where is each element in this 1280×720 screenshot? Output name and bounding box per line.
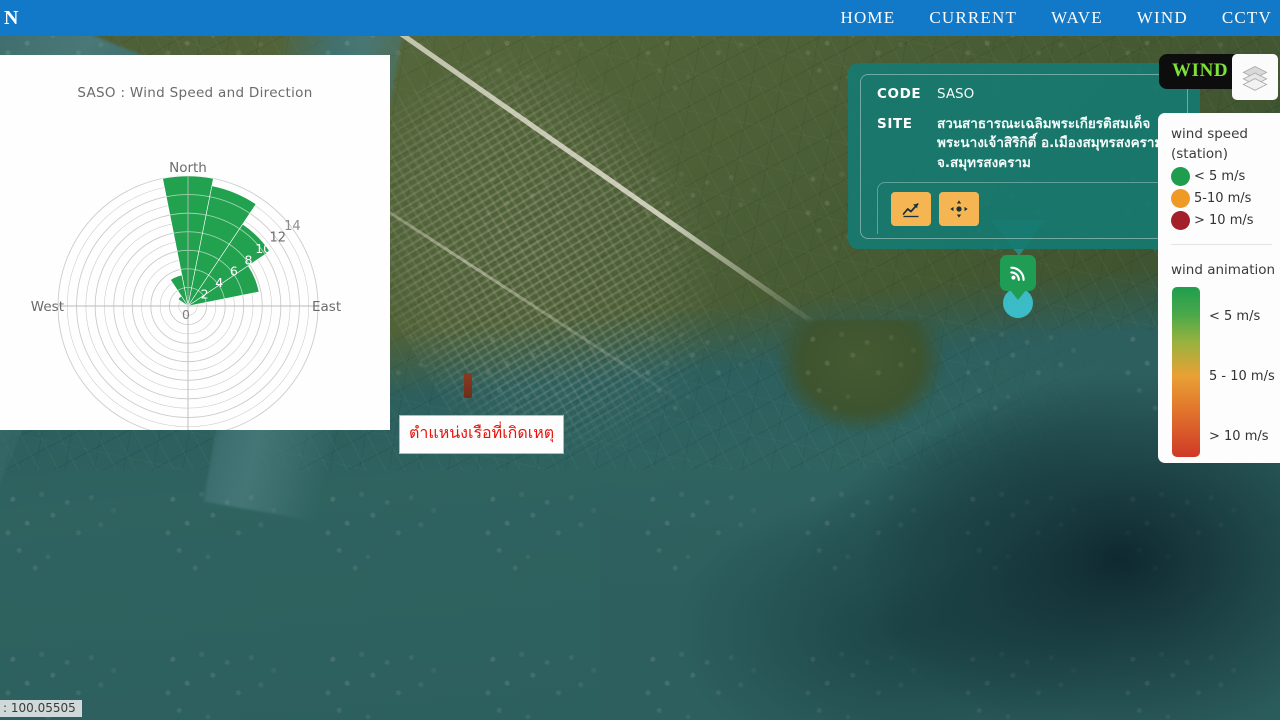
layers-icon: [1242, 66, 1268, 91]
svg-text:8: 8: [245, 252, 253, 267]
station-marker-saso[interactable]: [991, 220, 1045, 318]
map-legend-panel: wind speed (station) < 5 m/s 5-10 m/s > …: [1158, 113, 1280, 463]
signal-wave-icon: [1010, 266, 1025, 281]
nav-links: HOME CURRENT WAVE WIND CCTV: [840, 8, 1280, 28]
nav-link-home[interactable]: HOME: [840, 8, 895, 28]
info-site-value: สวนสาธารณะเฉลิมพระเกียรติสมเด็จพระนางเจ้…: [937, 115, 1164, 171]
svg-text:14: 14: [284, 219, 301, 234]
info-code-value: SASO: [937, 86, 975, 102]
info-code-label: CODE: [877, 86, 922, 102]
legend-item-mid: 5-10 m/s: [1171, 189, 1280, 209]
legend-gradient-label-high: > 10 m/s: [1209, 429, 1269, 445]
windrose-label-west: West: [31, 299, 64, 315]
legend-item-low: < 5 m/s: [1171, 167, 1280, 187]
legend-label-low: < 5 m/s: [1194, 169, 1246, 185]
legend-dot-mid-icon: [1171, 189, 1190, 209]
application-root: N HOME CURRENT WAVE WIND CCTV SASO : Win…: [0, 0, 1280, 720]
incident-boat-label: ตำแหน่งเรือที่เกิดเหตุ: [399, 415, 565, 454]
crosshair-icon: [950, 199, 968, 218]
nav-link-wind[interactable]: WIND: [1137, 8, 1188, 28]
chart-button[interactable]: [891, 191, 931, 226]
coordinate-readout: : 100.05505: [0, 700, 82, 717]
windrose-label-north: North: [169, 160, 207, 176]
locate-button[interactable]: [939, 191, 979, 226]
nav-link-wave[interactable]: WAVE: [1051, 8, 1103, 28]
legend-divider: [1171, 244, 1272, 246]
top-navigation-bar: N HOME CURRENT WAVE WIND CCTV: [0, 0, 1280, 36]
info-button-bar: [877, 182, 1181, 234]
info-row-site: SITE สวนสาธารณะเฉลิมพระเกียรติสมเด็จพระน…: [877, 115, 1187, 174]
legend-dot-low-icon: [1171, 167, 1190, 187]
nav-link-cctv[interactable]: CCTV: [1222, 8, 1272, 28]
legend-animation-title: wind animation: [1171, 262, 1276, 279]
windrose-panel: SASO : Wind Speed and Direction 0 2 4 6 8 10 1…: [0, 55, 390, 430]
windrose-chart: 02468101214 North South East West: [31, 160, 341, 430]
legend-station-title-line1: wind speed: [1171, 126, 1248, 142]
windrose-axis-lines: [58, 176, 318, 430]
layers-button[interactable]: [1232, 54, 1278, 100]
incident-boat-marker[interactable]: [464, 373, 472, 398]
legend-item-high: > 10 m/s: [1171, 211, 1280, 231]
legend-station-title-line2: (station): [1171, 145, 1228, 162]
windrose-label-east: East: [312, 299, 341, 315]
station-info-inner: CODE SASO SITE สวนสาธารณะเฉลิมพระเกียรติ…: [860, 74, 1188, 239]
site-brand[interactable]: N: [4, 7, 19, 30]
legend-gradient-label-low: < 5 m/s: [1209, 309, 1261, 325]
svg-text:2: 2: [201, 287, 209, 302]
svg-text:6: 6: [230, 264, 238, 279]
legend-gradient-bar: [1172, 287, 1200, 458]
legend-gradient-wrap: < 5 m/s 5 - 10 m/s > 10 m/s: [1171, 287, 1280, 458]
station-pin[interactable]: [1000, 255, 1036, 291]
line-chart-icon: [902, 202, 919, 217]
info-row-code: CODE SASO: [877, 85, 1187, 105]
info-site-label: SITE: [877, 115, 913, 132]
legend-label-mid: 5-10 m/s: [1194, 191, 1252, 207]
legend-dot-high-icon: [1171, 211, 1190, 231]
svg-text:4: 4: [215, 275, 223, 290]
svg-text:0: 0: [182, 307, 190, 322]
legend-label-high: > 10 m/s: [1194, 213, 1254, 229]
nav-link-current[interactable]: CURRENT: [929, 8, 1017, 28]
station-info-card: CODE SASO SITE สวนสาธารณะเฉลิมพระเกียรติ…: [848, 63, 1200, 249]
wind-mode-badge: WIND: [1159, 54, 1242, 89]
legend-gradient-label-mid: 5 - 10 m/s: [1209, 369, 1275, 385]
